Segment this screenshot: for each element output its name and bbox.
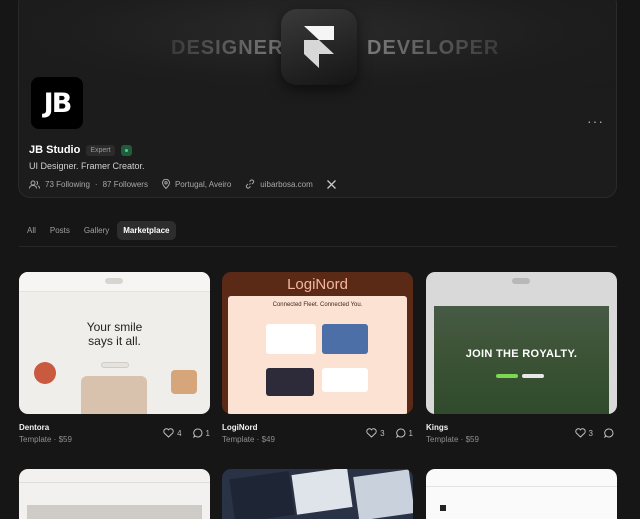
thumb-headline: Connected Fleet. Connected You.	[272, 302, 363, 308]
card-thumbnail[interactable]	[19, 469, 210, 519]
thumb-tile-2	[291, 469, 353, 515]
location-group: Portugal, Aveiro	[161, 179, 232, 189]
location-pin-icon	[161, 179, 170, 189]
comment-count: 1	[205, 428, 210, 438]
tab-marketplace[interactable]: Marketplace	[117, 221, 176, 240]
heart-icon[interactable]	[574, 428, 586, 438]
heart-icon[interactable]	[163, 428, 174, 438]
profile-tabs: All Posts Gallery Marketplace	[21, 221, 178, 240]
location-text: Portugal, Aveiro	[174, 179, 232, 189]
users-icon	[29, 180, 40, 189]
card-thumbnail[interactable]: Your smile says it all.	[19, 272, 210, 414]
thumb-logo-mark	[512, 278, 530, 284]
profile-banner: DESIGNER DEVELOPER	[19, 0, 616, 89]
card-thumbnail[interactable]	[426, 469, 617, 519]
tab-gallery[interactable]: Gallery	[78, 221, 115, 240]
card-thumbnail[interactable]	[222, 469, 413, 519]
website-group: uibarbosa.com	[245, 179, 313, 189]
thumb-headline-1: Your smile	[86, 320, 143, 334]
card-title[interactable]: LogiNord	[222, 423, 258, 432]
comment-icon[interactable]	[192, 428, 203, 438]
followers-link[interactable]: 87 Followers	[103, 180, 148, 189]
thumb-tile-3	[266, 368, 314, 396]
profile-card: DESIGNER DEVELOPER ··· JB JB Studio Expe…	[18, 0, 617, 198]
stats-separator: ·	[94, 179, 98, 189]
thumb-nav	[19, 469, 210, 483]
thumb-logo-mark	[105, 278, 123, 284]
template-card[interactable]	[222, 469, 413, 519]
tab-posts[interactable]: Posts	[44, 221, 76, 240]
thumb-tile-4	[322, 368, 368, 392]
card-subtitle: Template · $59	[19, 435, 72, 444]
thumb-avatar-right	[171, 370, 197, 394]
banner-left-text: DESIGNER	[171, 37, 284, 59]
verified-icon	[120, 144, 132, 156]
thumb-logo-mark	[440, 505, 446, 511]
card-thumbnail[interactable]: LogiNord Connected Fleet. Connected You.	[222, 272, 413, 414]
thumb-page: Connected Fleet. Connected You.	[228, 296, 407, 414]
template-card[interactable]	[19, 469, 210, 519]
thumb-avatar-left	[34, 362, 56, 384]
thumb-nav	[426, 469, 617, 487]
template-card[interactable]	[426, 469, 617, 519]
link-icon	[246, 179, 255, 189]
avatar: JB	[29, 75, 85, 131]
x-social-group[interactable]	[326, 179, 336, 189]
card-subtitle: Template · $49	[222, 435, 275, 444]
comment-icon[interactable]	[604, 428, 614, 438]
thumb-tile-1	[266, 324, 316, 354]
expert-badge: Expert	[86, 144, 115, 156]
like-count: 3	[380, 428, 385, 438]
card-title[interactable]: Kings	[426, 423, 448, 432]
more-options-button[interactable]: ···	[587, 113, 604, 129]
card-meta: 4 1	[163, 428, 210, 438]
profile-name-row: JB Studio Expert	[29, 144, 132, 156]
heart-icon[interactable]	[366, 428, 377, 438]
thumb-hero-image	[27, 505, 202, 519]
thumb-tile-2	[322, 324, 368, 354]
thumb-hero-image	[434, 306, 609, 414]
thumb-tile-3	[353, 469, 413, 519]
template-card-kings[interactable]: JOIN THE ROYALTY. Kings Template · $59 3	[426, 272, 617, 448]
template-card-dentora[interactable]: Your smile says it all. Dentora Template…	[19, 272, 210, 448]
thumb-tile-1	[229, 471, 295, 519]
profile-bio: UI Designer. Framer Creator.	[29, 161, 145, 171]
following-link[interactable]: 73 Following	[45, 180, 90, 189]
thumb-headline: JOIN THE ROYALTY.	[465, 348, 578, 360]
comment-icon[interactable]	[395, 428, 406, 438]
thumb-logo-text: LogiNord	[287, 276, 348, 293]
like-count: 3	[588, 428, 593, 438]
card-meta: 3 1	[366, 428, 413, 438]
thumb-cta-primary	[496, 374, 518, 378]
tabs-divider	[19, 246, 617, 247]
profile-stats: 73 Following · 87 Followers Portugal, Av…	[29, 179, 350, 189]
framer-logo-icon	[281, 9, 357, 85]
tab-all[interactable]: All	[21, 221, 42, 240]
follow-stats: 73 Following · 87 Followers	[29, 180, 148, 189]
thumb-cta	[101, 362, 129, 368]
x-social-icon[interactable]	[326, 179, 336, 189]
card-title[interactable]: Dentora	[19, 423, 49, 432]
banner-right-text: DEVELOPER	[367, 37, 500, 59]
template-card-loginord[interactable]: LogiNord Connected Fleet. Connected You.…	[222, 272, 413, 448]
card-meta: 3	[574, 428, 617, 438]
thumb-hero-image	[81, 376, 147, 414]
comment-count: 1	[408, 428, 413, 438]
thumb-headline-2: says it all.	[88, 334, 141, 348]
card-subtitle: Template · $59	[426, 435, 479, 444]
like-count: 4	[177, 428, 182, 438]
profile-name: JB Studio	[29, 144, 81, 156]
thumb-cta-secondary	[522, 374, 544, 378]
website-link[interactable]: uibarbosa.com	[260, 180, 312, 189]
card-thumbnail[interactable]: JOIN THE ROYALTY.	[426, 272, 617, 414]
